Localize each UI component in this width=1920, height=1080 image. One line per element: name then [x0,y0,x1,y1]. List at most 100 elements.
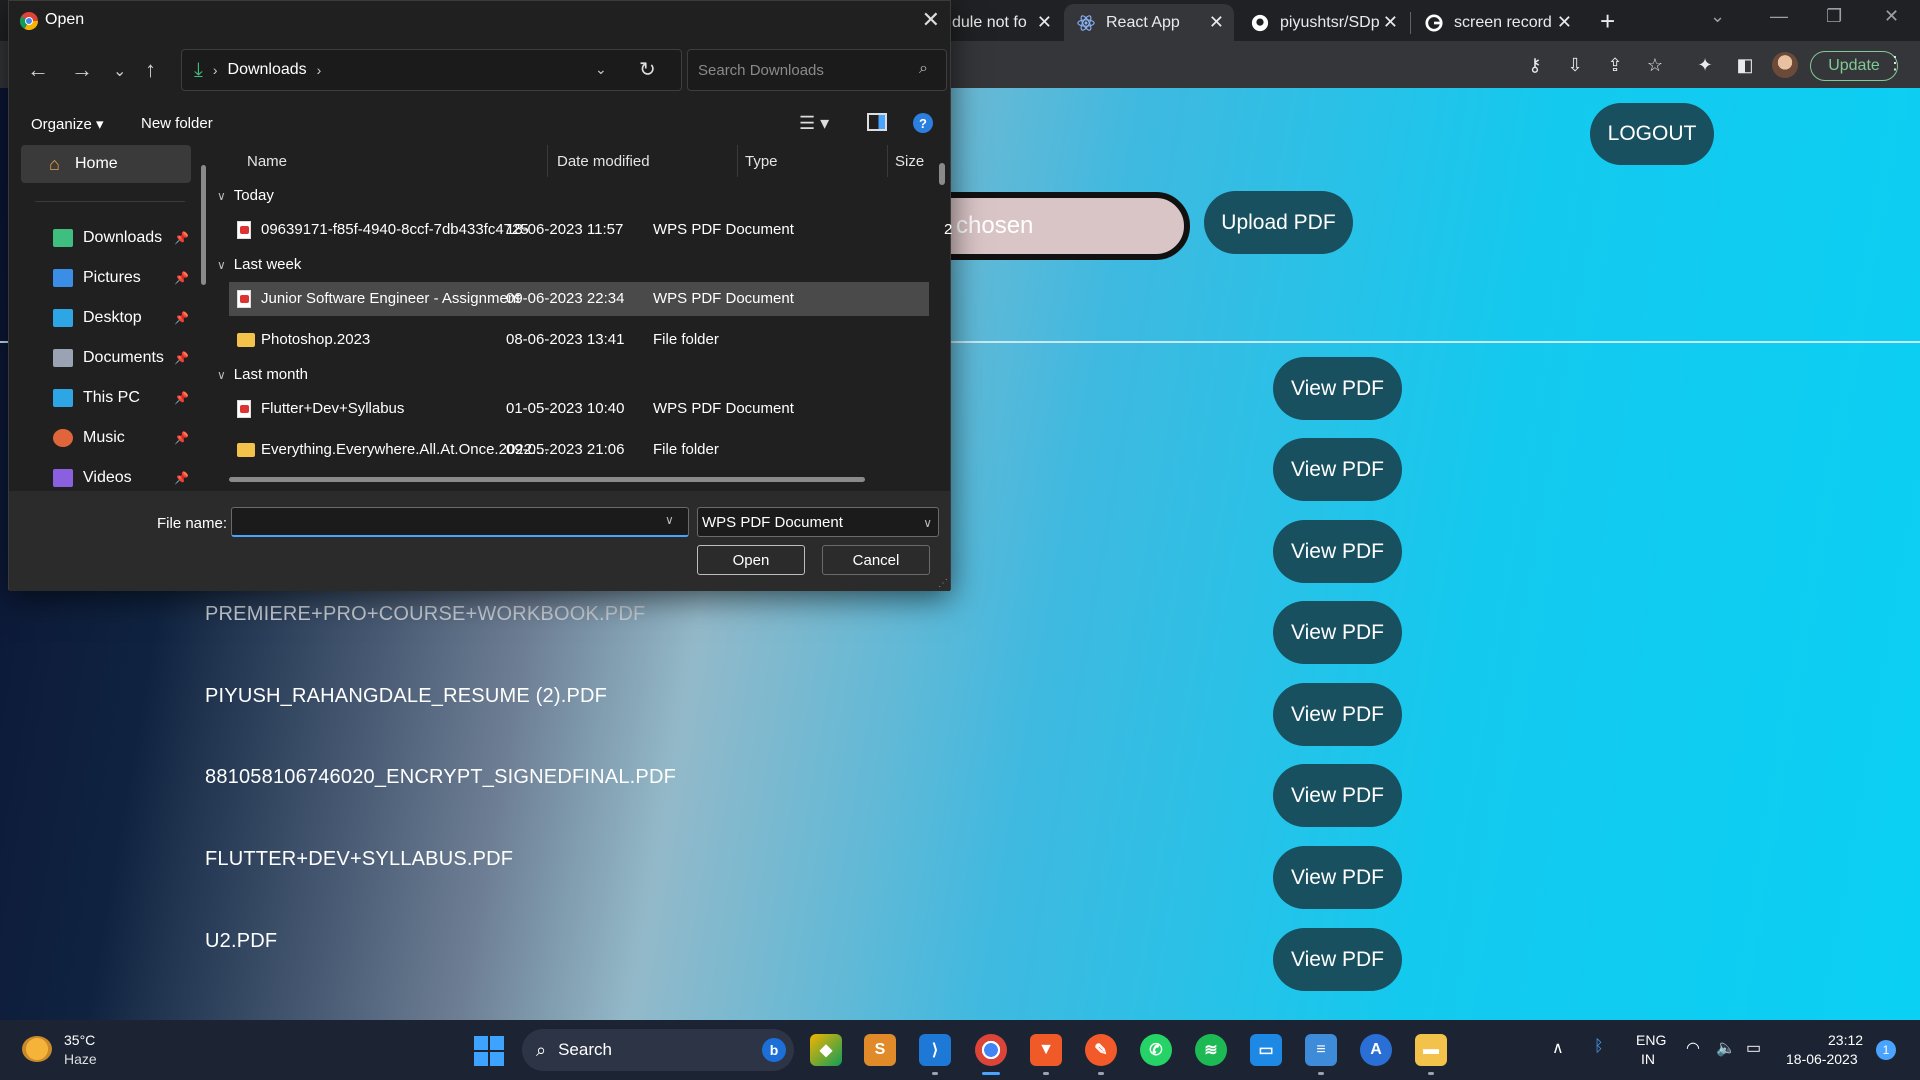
profile-avatar[interactable] [1772,52,1798,78]
new-folder-button[interactable]: New folder [141,115,213,132]
extensions-icon[interactable]: ✦ [1694,54,1716,76]
input-language[interactable]: ENG [1636,1032,1666,1048]
more-menu-icon[interactable]: ⋮ [1886,53,1904,74]
bluetooth-icon[interactable]: ᛒ [1594,1038,1604,1056]
chevron-down-icon[interactable]: ∨ [665,513,674,527]
nav-item-videos[interactable]: Videos 📌 [53,463,193,493]
pin-icon[interactable]: 📌 [174,391,189,405]
tab-search-icon[interactable]: ⌄ [1710,6,1725,27]
column-header-type[interactable]: Type [745,153,778,170]
forward-icon[interactable]: → [71,57,93,83]
minimize-icon[interactable]: — [1770,6,1788,27]
weather-haze-icon[interactable] [22,1036,52,1062]
git-app-icon[interactable]: ◆ [810,1034,842,1066]
postman-icon[interactable]: ✎ [1085,1034,1117,1066]
volume-icon[interactable]: 🔈 [1716,1038,1736,1058]
file-explorer-icon[interactable]: ▬ [1415,1034,1447,1066]
organize-menu[interactable]: Organize ▾ [31,115,104,133]
back-icon[interactable]: ← [27,57,49,83]
column-header-size[interactable]: Size [895,153,924,170]
open-button[interactable]: Open [697,545,805,575]
column-divider[interactable] [737,145,738,177]
new-tab-button[interactable]: + [1600,6,1615,37]
file-type-select[interactable]: WPS PDF Document ∨ [697,507,939,537]
whatsapp-icon[interactable]: ✆ [1140,1034,1172,1066]
wifi-icon[interactable]: ◠ [1686,1038,1700,1058]
close-icon[interactable]: ✕ [1037,12,1052,33]
group-header-last-week[interactable]: ∨ Last week [217,256,301,273]
notification-badge[interactable]: 1 [1876,1040,1896,1060]
bookmark-star-icon[interactable]: ☆ [1644,54,1666,76]
weather-temperature[interactable]: 35°C [64,1032,95,1048]
preview-pane-icon[interactable] [867,113,887,131]
key-icon[interactable]: ⚷ [1524,54,1546,76]
file-row[interactable]: 09639171-f85f-4940-8ccf-7db433fc4725 18-… [229,213,952,247]
side-panel-icon[interactable]: ◧ [1734,54,1756,76]
column-divider[interactable] [547,145,548,177]
clock-time[interactable]: 23:12 [1828,1032,1863,1048]
install-icon[interactable]: ⇩ [1564,54,1586,76]
close-icon[interactable]: ✕ [1383,12,1398,33]
breadcrumb-downloads[interactable]: Downloads [228,61,307,79]
file-list-horizontal-scrollbar[interactable] [229,477,865,482]
view-pdf-button[interactable]: View PDF [1273,357,1402,420]
view-pdf-button[interactable]: View PDF [1273,601,1402,664]
column-header-date[interactable]: Date modified [557,153,650,170]
start-button[interactable] [474,1036,504,1066]
input-region[interactable]: IN [1641,1051,1655,1067]
close-window-icon[interactable]: ✕ [1884,6,1899,27]
notepad-icon[interactable]: ≡ [1305,1034,1337,1066]
close-icon[interactable]: ✕ [1557,12,1572,33]
pin-icon[interactable]: 📌 [174,311,189,325]
pin-icon[interactable]: 📌 [174,271,189,285]
group-header-last-month[interactable]: ∨ Last month [217,366,308,383]
up-icon[interactable]: ↑ [145,57,156,83]
nav-scrollbar[interactable] [201,165,206,285]
pin-icon[interactable]: 📌 [174,351,189,365]
address-dropdown-icon[interactable]: ⌄ [595,61,607,78]
nav-item-documents[interactable]: Documents 📌 [53,343,193,373]
view-pdf-button[interactable]: View PDF [1273,520,1402,583]
view-pdf-button[interactable]: View PDF [1273,764,1402,827]
app-store-icon[interactable]: A [1360,1034,1392,1066]
nav-item-music[interactable]: Music 📌 [53,423,193,453]
file-list-vertical-scrollbar[interactable] [939,163,945,185]
view-pdf-button[interactable]: View PDF [1273,683,1402,746]
weather-condition[interactable]: Haze [64,1051,97,1067]
file-row[interactable]: Photoshop.2023 08-06-2023 13:41 File fol… [229,323,929,357]
pin-icon[interactable]: 📌 [174,231,189,245]
refresh-icon[interactable]: ↻ [639,57,656,82]
address-bar[interactable]: ⤓ › Downloads › [181,49,682,91]
share-icon[interactable]: ⇪ [1604,54,1626,76]
tab-screen-record[interactable]: screen record ✕ [1412,4,1582,41]
upload-pdf-button[interactable]: Upload PDF [1204,191,1353,254]
logout-button[interactable]: LOGOUT [1590,103,1714,165]
view-options-icon[interactable]: ☰ ▾ [799,113,829,134]
nav-item-home[interactable]: ⌂ Home [21,145,191,183]
taskbar-search[interactable]: ⌕ Search b [522,1029,794,1071]
bing-icon[interactable]: b [762,1038,786,1062]
chevron-right-icon[interactable]: › [317,62,322,78]
recent-locations-icon[interactable]: ⌄ [113,61,126,81]
file-name-input[interactable] [231,507,689,537]
nav-item-pictures[interactable]: Pictures 📌 [53,263,193,293]
help-icon[interactable]: ? [913,113,933,133]
file-row[interactable]: Junior Software Engineer - Assignment 09… [229,282,929,316]
file-row[interactable]: Everything.Everywhere.All.At.Once.2022..… [229,433,929,467]
resize-grip-icon[interactable]: ⋰ [938,578,948,589]
chrome-icon[interactable] [975,1034,1007,1066]
tab-react-app[interactable]: React App ✕ [1064,4,1234,41]
nav-item-this-pc[interactable]: This PC 📌 [53,383,193,413]
vscode-icon[interactable]: ⟩ [919,1034,951,1066]
remote-desktop-icon[interactable]: ▭ [1250,1034,1282,1066]
tab-module-not-found[interactable]: dule not fo ✕ [940,4,1062,41]
restore-icon[interactable]: ❐ [1826,6,1842,27]
cancel-button[interactable]: Cancel [822,545,930,575]
nav-item-downloads[interactable]: Downloads 📌 [53,223,193,253]
close-icon[interactable]: ✕ [922,7,940,33]
brave-icon[interactable]: ▼ [1030,1034,1062,1066]
search-downloads-input[interactable]: Search Downloads ⌕ [687,49,947,91]
sublime-text-icon[interactable]: S [864,1034,896,1066]
column-divider[interactable] [887,145,888,177]
close-icon[interactable]: ✕ [1209,12,1224,33]
